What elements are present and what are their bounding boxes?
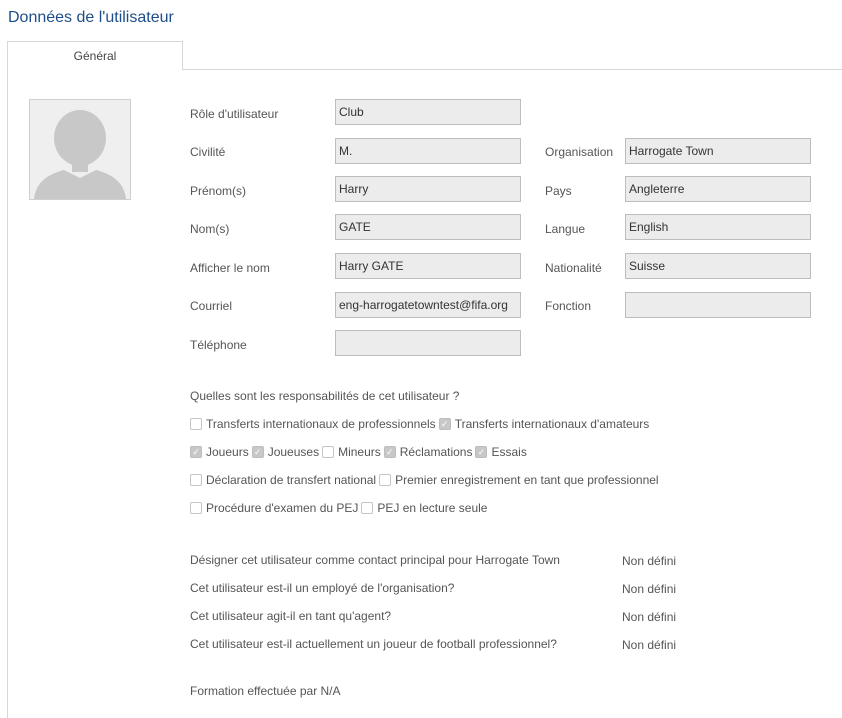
responsibilities-question: Quelles sont les responsabilités de cet … bbox=[190, 389, 460, 403]
question-pro-player-value: Non défini bbox=[622, 638, 677, 652]
checkbox-national-transfer[interactable] bbox=[190, 474, 202, 486]
checkbox-prof-transfers[interactable] bbox=[190, 418, 202, 430]
checkbox-first-pro-registration[interactable] bbox=[379, 474, 392, 486]
function-field[interactable] bbox=[625, 292, 811, 318]
question-main-contact: Désigner cet utilisateur comme contact p… bbox=[190, 553, 560, 567]
question-agent-value: Non défini bbox=[622, 610, 677, 624]
phone-label: Téléphone bbox=[190, 338, 247, 352]
responsibilities-row-2: ✓ Joueurs ✓ Joueuses Mineurs ✓ Réclamati… bbox=[190, 444, 530, 460]
tab-divider bbox=[183, 69, 842, 70]
first-name-label: Prénom(s) bbox=[190, 184, 247, 198]
checkbox-label: Transferts internationaux d'amateurs bbox=[454, 417, 650, 431]
checkbox-label: Mineurs bbox=[338, 445, 381, 459]
checkbox-label: Joueurs bbox=[206, 445, 249, 459]
first-name-field[interactable]: Harry bbox=[335, 176, 521, 202]
panel-border bbox=[7, 70, 8, 718]
last-name-label: Nom(s) bbox=[190, 222, 230, 236]
country-label: Pays bbox=[545, 184, 572, 198]
checkbox-amateur-transfers[interactable]: ✓ bbox=[438, 418, 451, 430]
question-main-contact-value: Non défini bbox=[622, 554, 677, 568]
checkbox-label: Transferts internationaux de professionn… bbox=[206, 417, 436, 431]
checkbox-label: Procédure d'examen du PEJ bbox=[206, 501, 359, 515]
checkbox-label: Premier enregistrement en tant que profe… bbox=[395, 473, 659, 487]
question-agent: Cet utilisateur agit-il en tant qu'agent… bbox=[190, 609, 392, 623]
question-employee-value: Non défini bbox=[622, 582, 677, 596]
responsibilities-row-1: Transferts internationaux de professionn… bbox=[190, 416, 652, 432]
page-title: Données de l'utilisateur bbox=[8, 9, 174, 26]
question-pro-player: Cet utilisateur est-il actuellement un j… bbox=[190, 637, 557, 651]
checkbox-claims[interactable]: ✓ bbox=[383, 446, 396, 458]
checkbox-players[interactable]: ✓ bbox=[190, 446, 202, 458]
display-name-label: Afficher le nom bbox=[190, 261, 270, 275]
checkbox-label: Réclamations bbox=[399, 445, 473, 459]
function-label: Fonction bbox=[545, 299, 592, 313]
checkbox-pej-review[interactable] bbox=[190, 502, 202, 514]
avatar bbox=[29, 99, 131, 200]
checkbox-label: Essais bbox=[491, 445, 527, 459]
language-field[interactable]: English bbox=[625, 214, 811, 240]
checkbox-female-players[interactable]: ✓ bbox=[251, 446, 264, 458]
role-label: Rôle d'utilisateur bbox=[190, 107, 279, 121]
checkbox-label: PEJ en lecture seule bbox=[377, 501, 488, 515]
last-name-field[interactable]: GATE bbox=[335, 214, 521, 240]
checkbox-pej-readonly[interactable] bbox=[361, 502, 374, 514]
tab-general-label: Général bbox=[73, 49, 117, 63]
email-field[interactable]: eng-harrogatetowntest@fifa.org bbox=[335, 292, 521, 318]
civility-label: Civilité bbox=[190, 145, 226, 159]
display-name-field[interactable]: Harry GATE bbox=[335, 253, 521, 279]
checkbox-label: Déclaration de transfert national bbox=[206, 473, 377, 487]
organisation-field[interactable]: Harrogate Town bbox=[625, 138, 811, 164]
nationality-label: Nationalité bbox=[545, 261, 602, 275]
training-info: Formation effectuée par N/A bbox=[190, 684, 341, 698]
country-field[interactable]: Angleterre bbox=[625, 176, 811, 202]
checkbox-minors[interactable] bbox=[322, 446, 335, 458]
responsibilities-row-3: Déclaration de transfert national Premie… bbox=[190, 472, 662, 488]
email-label: Courriel bbox=[190, 299, 233, 313]
organisation-label: Organisation bbox=[545, 145, 614, 159]
tab-general[interactable]: Général bbox=[7, 41, 183, 70]
civility-field[interactable]: M. bbox=[335, 138, 521, 164]
role-field[interactable]: Club bbox=[335, 99, 521, 125]
checkbox-label: Joueuses bbox=[267, 445, 320, 459]
nationality-field[interactable]: Suisse bbox=[625, 253, 811, 279]
user-silhouette-icon bbox=[30, 100, 130, 199]
checkbox-trials[interactable]: ✓ bbox=[475, 446, 488, 458]
question-employee: Cet utilisateur est-il un employé de l'o… bbox=[190, 581, 455, 595]
language-label: Langue bbox=[545, 222, 586, 236]
responsibilities-row-4: Procédure d'examen du PEJ PEJ en lecture… bbox=[190, 500, 490, 516]
phone-field[interactable] bbox=[335, 330, 521, 356]
